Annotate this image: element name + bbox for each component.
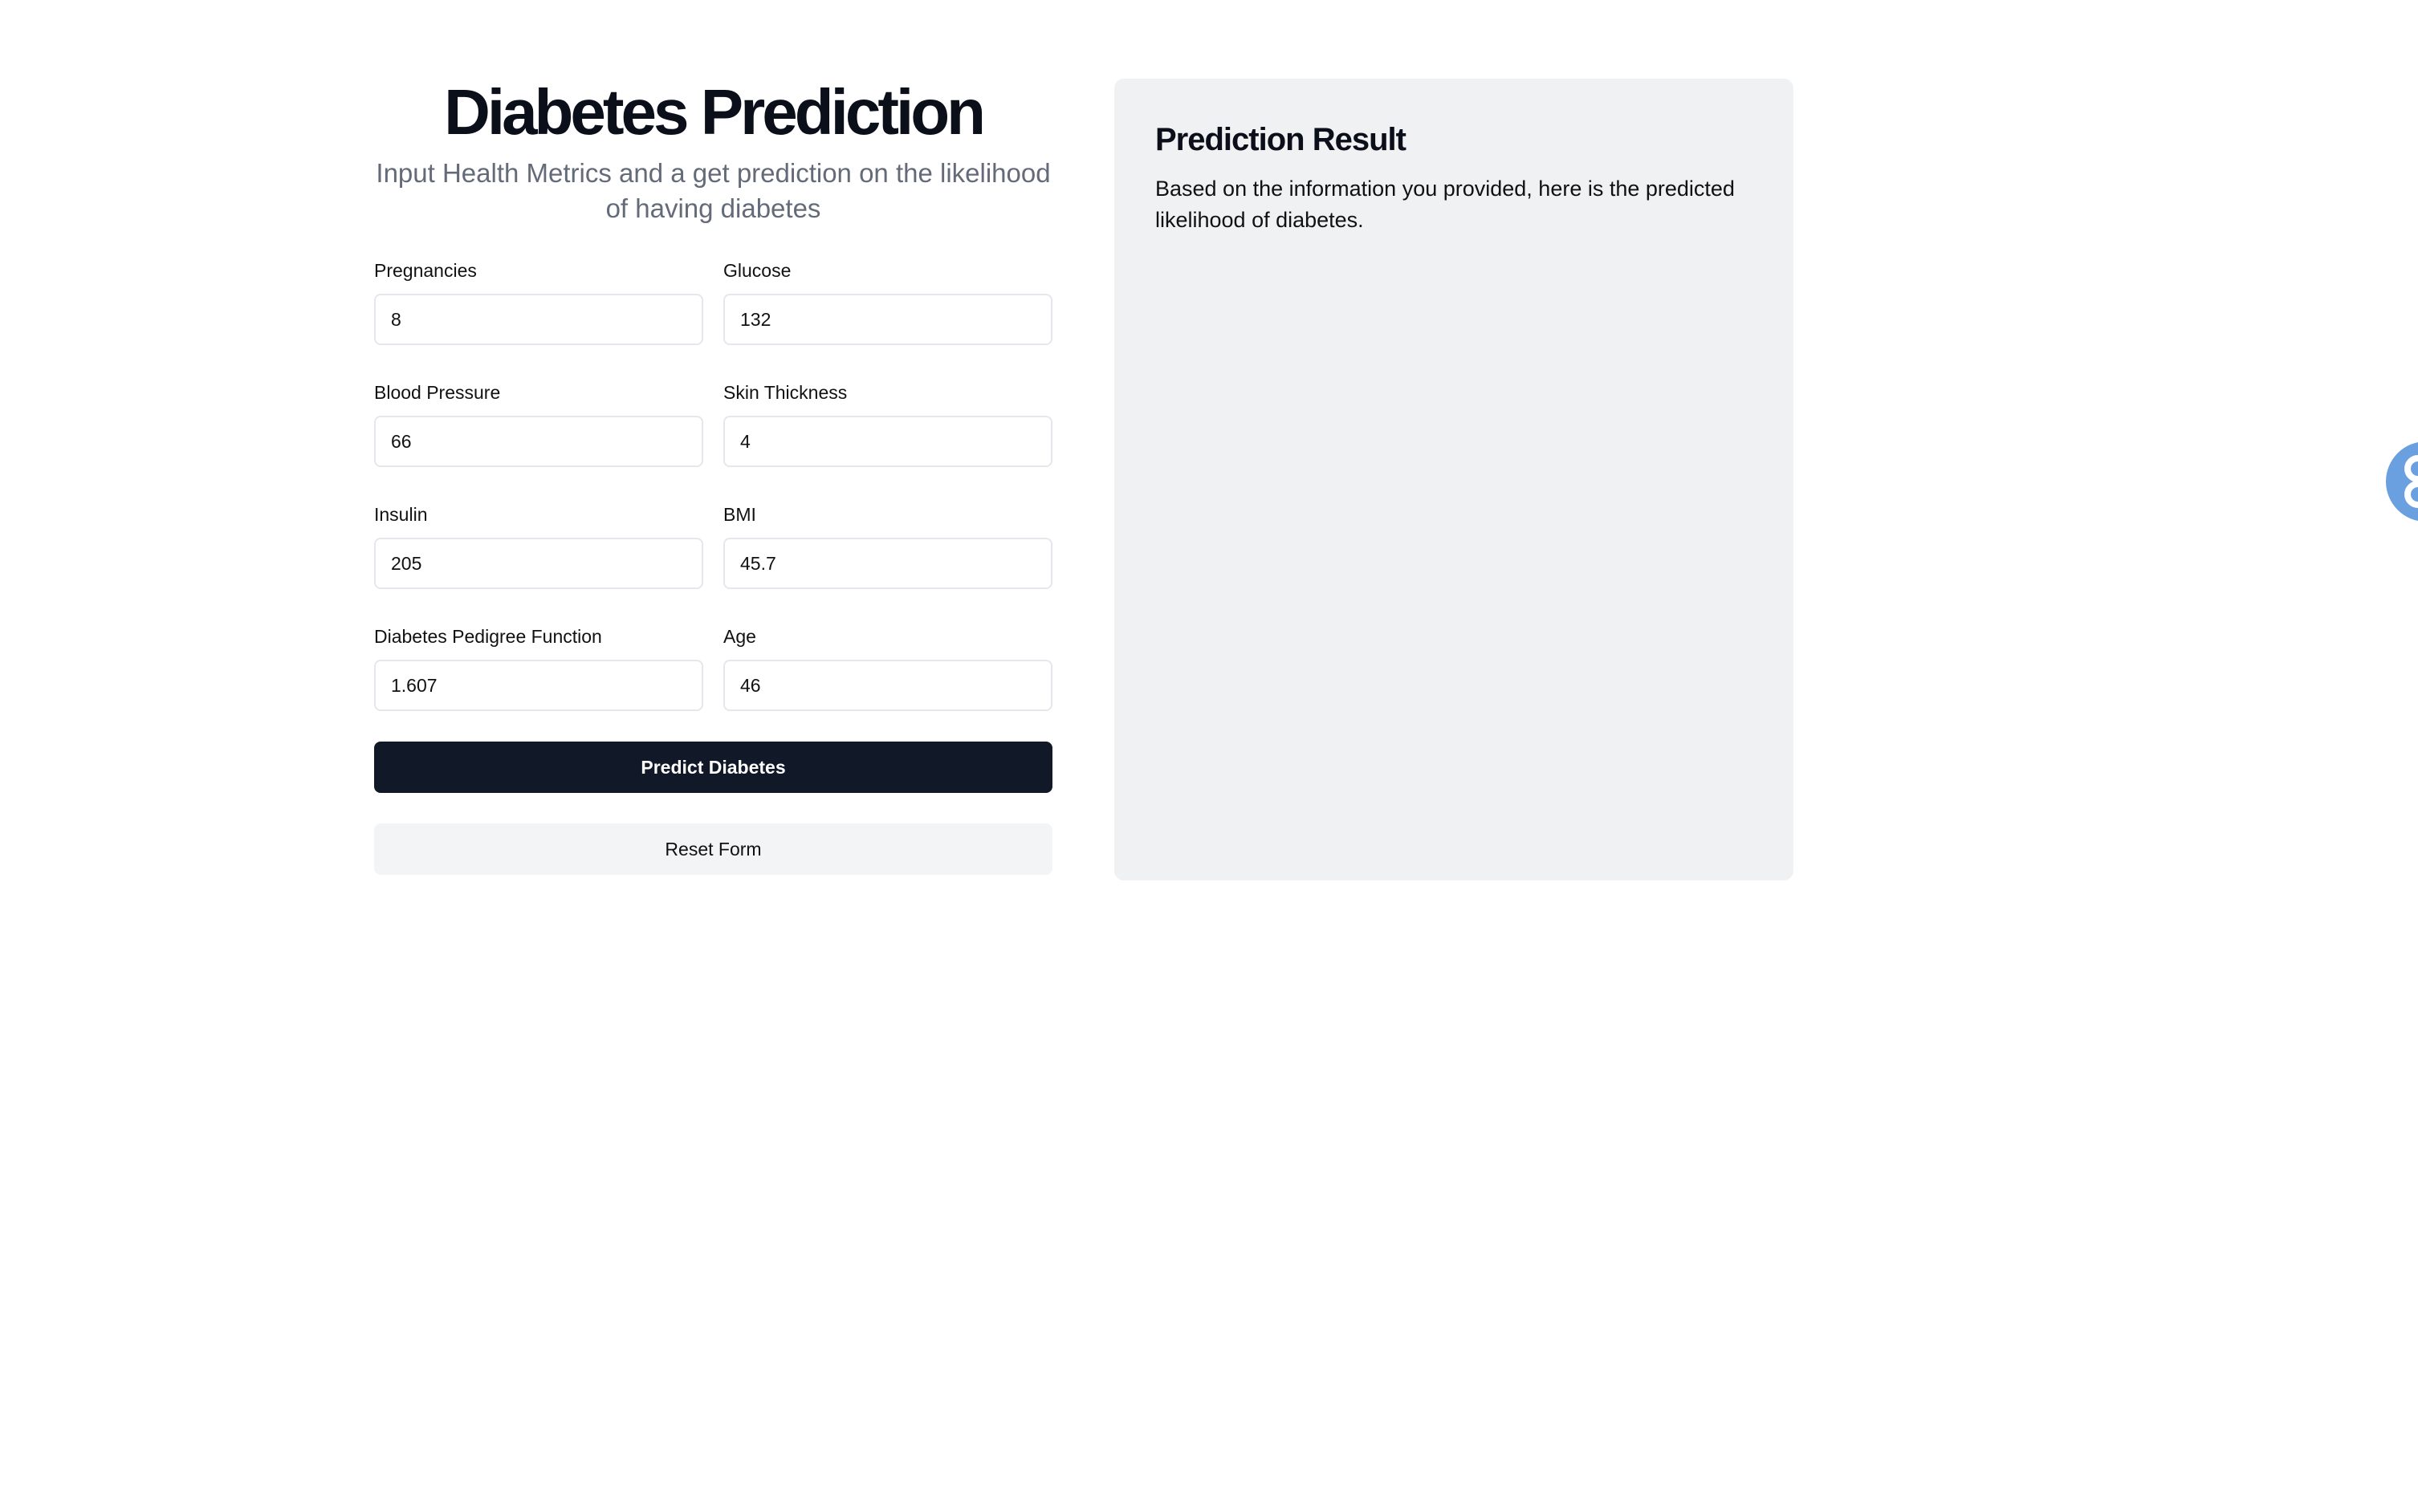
pregnancies-input[interactable]	[374, 294, 703, 345]
result-title: Prediction Result	[1155, 122, 1406, 157]
glucose-label: Glucose	[723, 260, 792, 281]
page: Diabetes Prediction Input Health Metrics…	[0, 0, 2418, 1512]
field-pregnancies: Pregnancies	[374, 258, 703, 345]
field-bmi: BMI	[723, 502, 1052, 589]
metrics-form: Pregnancies Glucose Blood Pressure Skin …	[374, 258, 1052, 711]
field-diabetes-pedigree-function: Diabetes Pedigree Function	[374, 624, 703, 711]
field-age: Age	[723, 624, 1052, 711]
blood-pressure-input[interactable]	[374, 416, 703, 467]
age-label: Age	[723, 626, 756, 647]
skin-thickness-input[interactable]	[723, 416, 1052, 467]
page-subtitle: Input Health Metrics and a get predictio…	[376, 158, 1051, 223]
reset-form-button[interactable]: Reset Form	[374, 823, 1052, 875]
field-skin-thickness: Skin Thickness	[723, 380, 1052, 467]
diabetes-pedigree-function-input[interactable]	[374, 660, 703, 711]
skin-thickness-label: Skin Thickness	[723, 382, 848, 403]
page-title: Diabetes Prediction	[444, 76, 986, 148]
predict-diabetes-button[interactable]: Predict Diabetes	[374, 742, 1052, 793]
pregnancies-label: Pregnancies	[374, 260, 477, 281]
bmi-input[interactable]	[723, 538, 1052, 589]
accessibility-icon	[2404, 455, 2418, 508]
diabetes-pedigree-function-label: Diabetes Pedigree Function	[374, 626, 602, 647]
prediction-result-panel: Prediction Result Based on the informati…	[1114, 79, 1793, 880]
blood-pressure-label: Blood Pressure	[374, 382, 501, 403]
bmi-label: BMI	[723, 504, 756, 525]
insulin-input[interactable]	[374, 538, 703, 589]
insulin-label: Insulin	[374, 504, 428, 525]
glucose-input[interactable]	[723, 294, 1052, 345]
accessibility-widget-button[interactable]	[2386, 441, 2418, 522]
field-blood-pressure: Blood Pressure	[374, 380, 703, 467]
result-description: Based on the information you provided, h…	[1155, 177, 1735, 232]
field-glucose: Glucose	[723, 258, 1052, 345]
prediction-form-section: Diabetes Prediction Input Health Metrics…	[374, 79, 1052, 875]
age-input[interactable]	[723, 660, 1052, 711]
field-insulin: Insulin	[374, 502, 703, 589]
